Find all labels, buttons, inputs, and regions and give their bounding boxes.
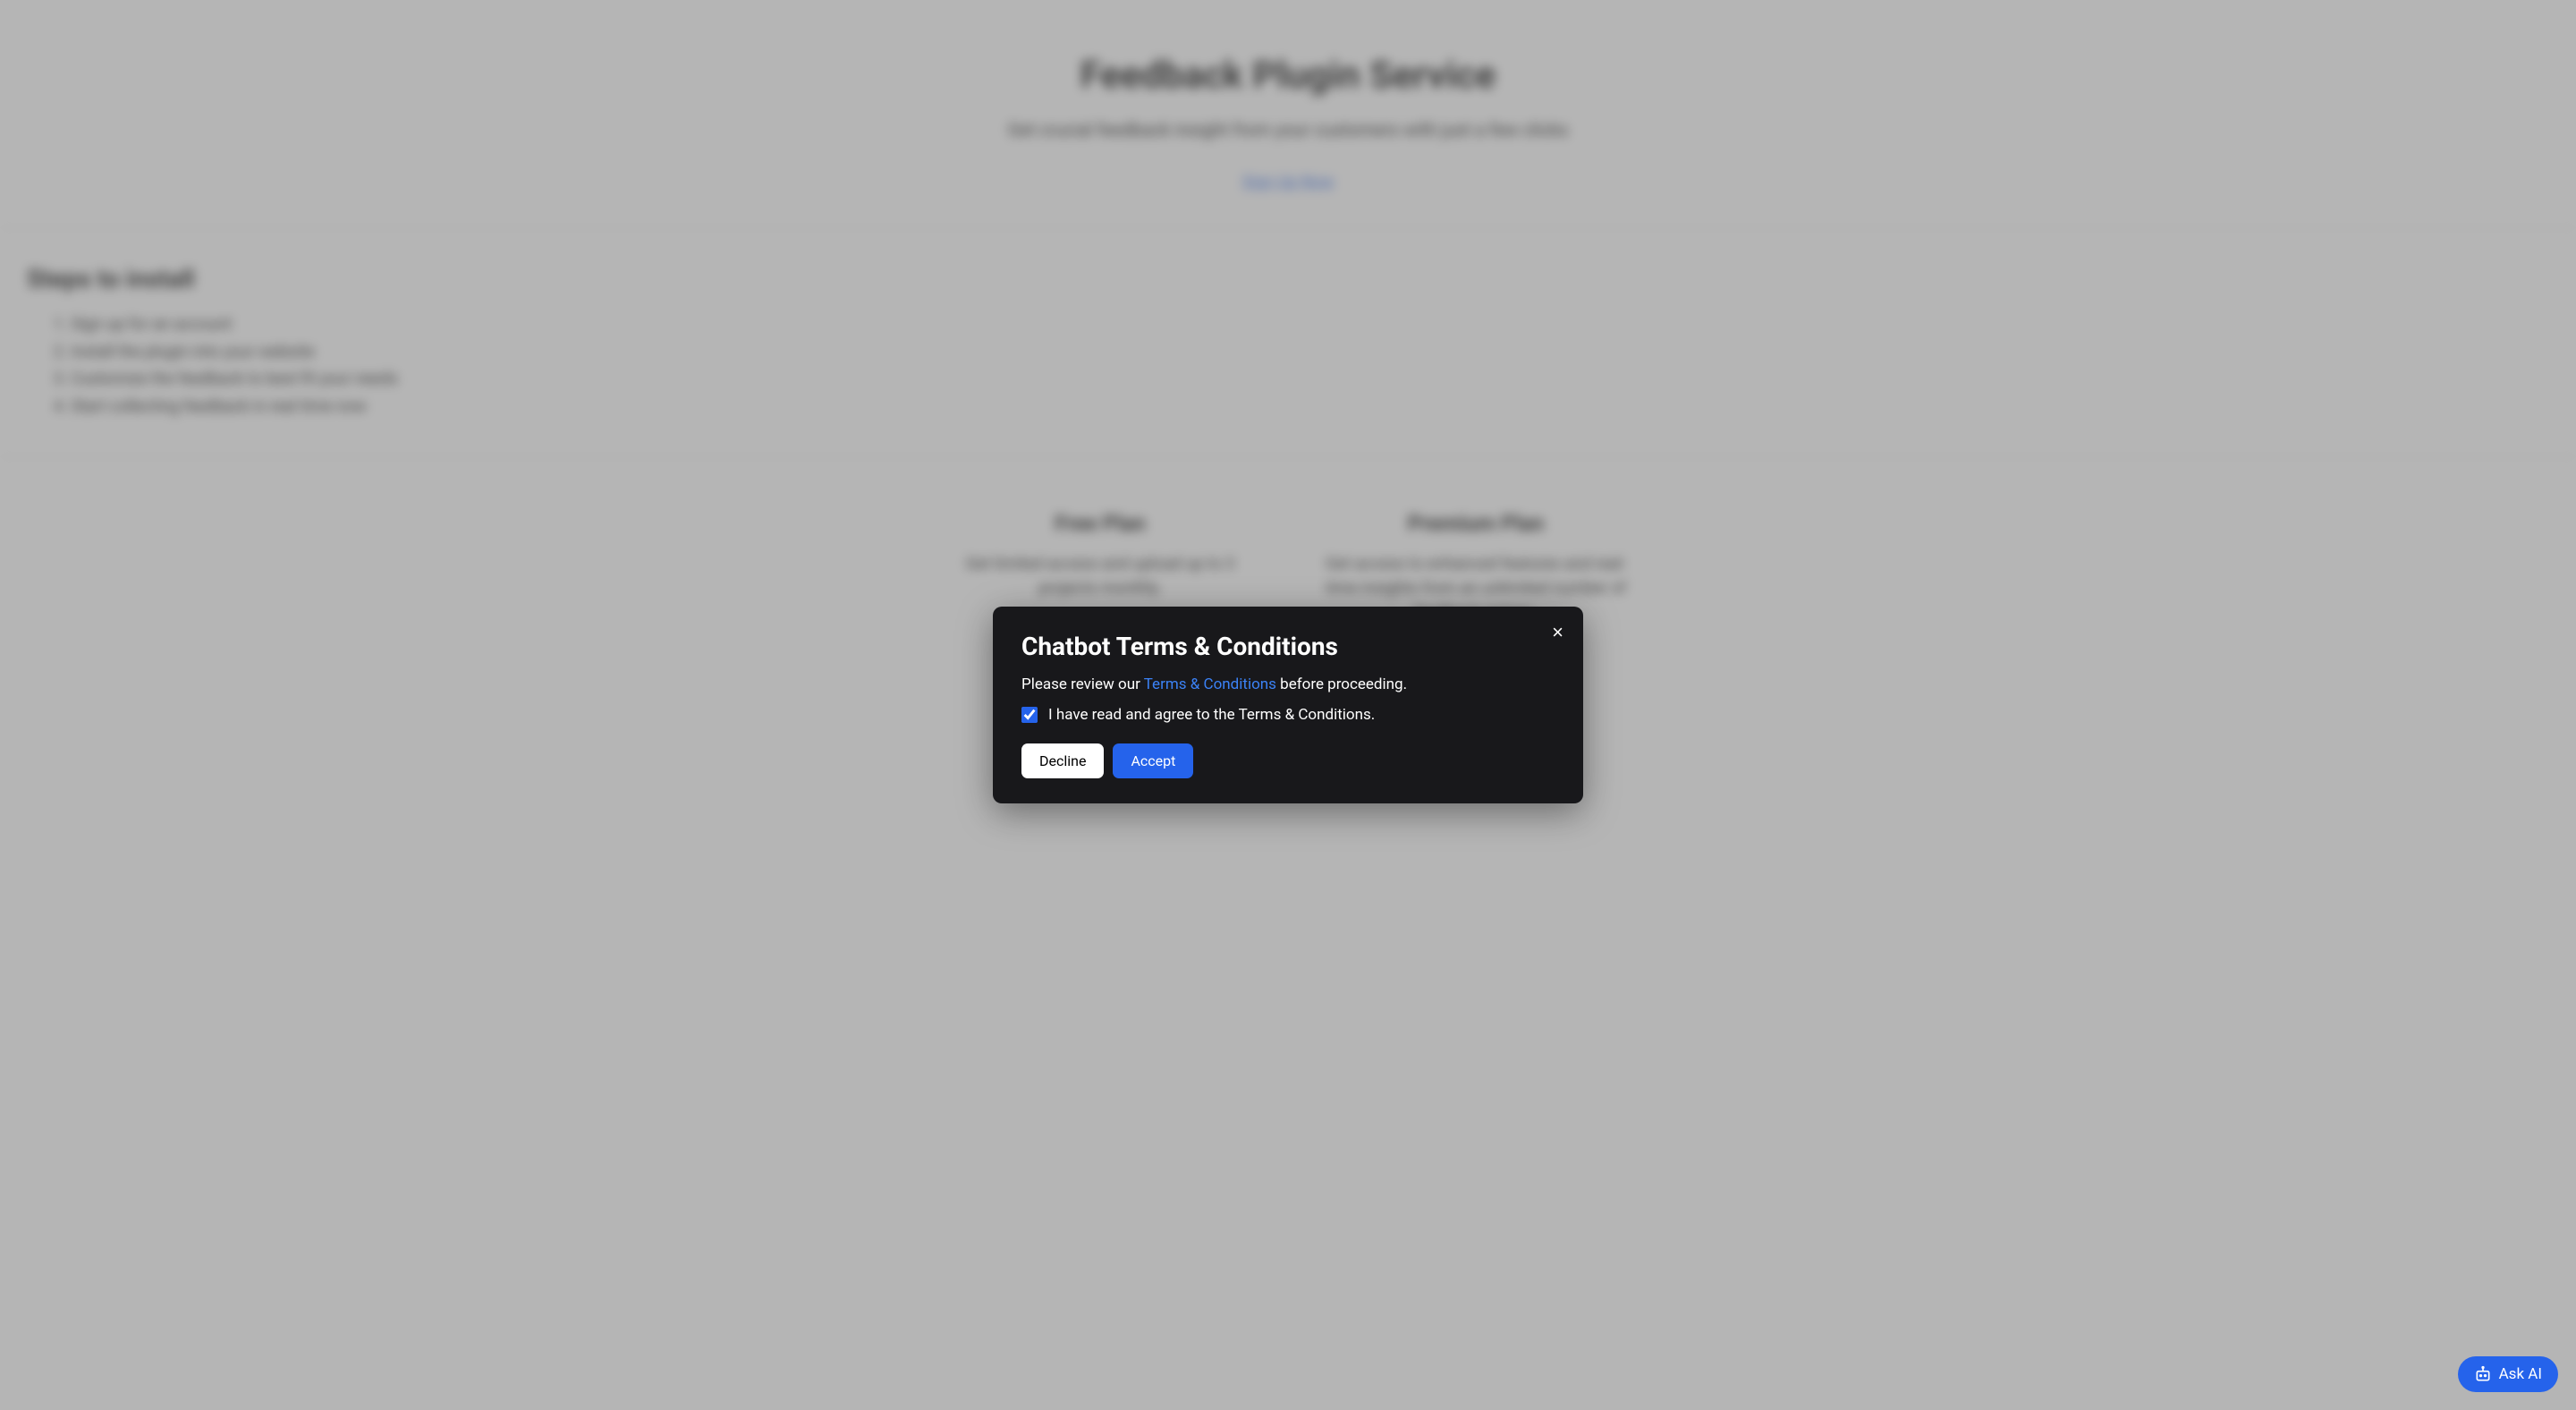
agree-checkbox-row: I have read and agree to the Terms & Con… (1021, 706, 1555, 724)
decline-button[interactable]: Decline (1021, 743, 1104, 778)
accept-button[interactable]: Accept (1113, 743, 1193, 778)
ask-ai-button[interactable]: Ask AI (2458, 1356, 2558, 1392)
ask-ai-label: Ask AI (2499, 1365, 2542, 1383)
agree-checkbox-label[interactable]: I have read and agree to the Terms & Con… (1048, 706, 1375, 724)
bot-icon (2474, 1365, 2492, 1383)
close-icon: × (1552, 621, 1563, 643)
modal-overlay[interactable]: × Chatbot Terms & Conditions Please revi… (0, 0, 2576, 1410)
agree-checkbox[interactable] (1021, 707, 1038, 723)
modal-intro-prefix: Please review our (1021, 675, 1144, 693)
terms-link[interactable]: Terms & Conditions (1144, 675, 1276, 693)
modal-button-row: Decline Accept (1021, 743, 1555, 778)
modal-title: Chatbot Terms & Conditions (1021, 632, 1555, 661)
terms-modal: × Chatbot Terms & Conditions Please revi… (993, 607, 1583, 803)
close-button[interactable]: × (1548, 619, 1567, 646)
modal-intro: Please review our Terms & Conditions bef… (1021, 675, 1555, 693)
modal-intro-suffix: before proceeding. (1276, 675, 1407, 693)
